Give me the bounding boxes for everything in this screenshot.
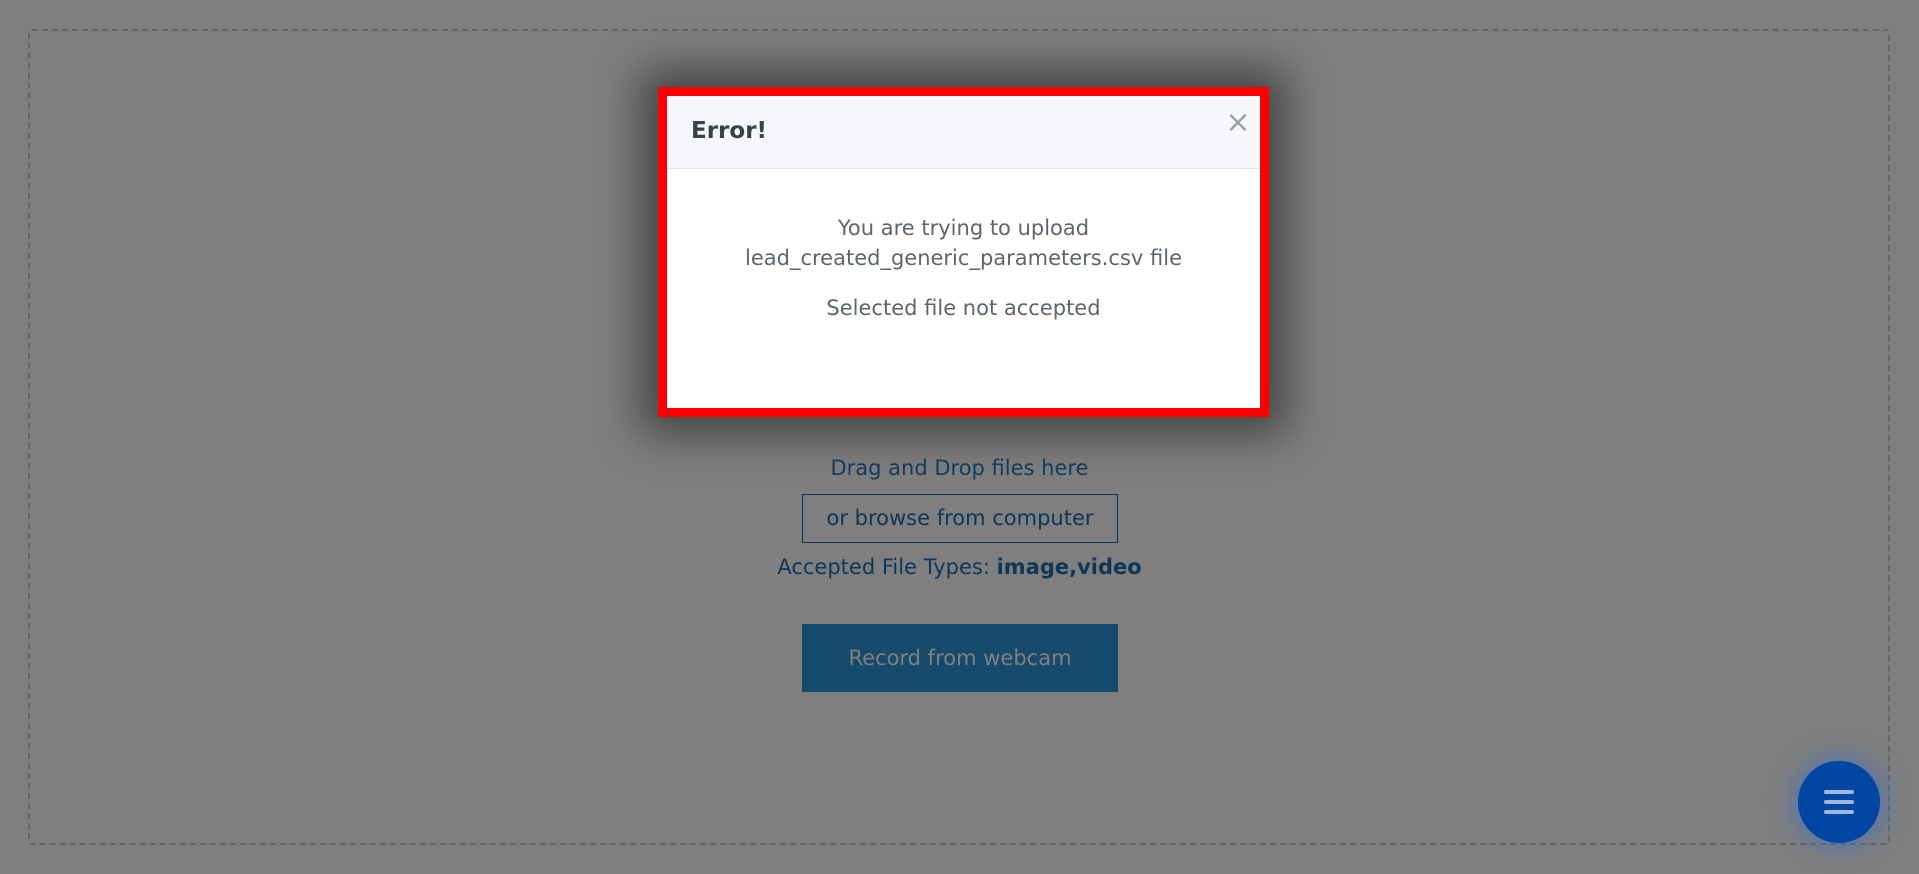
menu-icon xyxy=(1824,790,1854,814)
menu-fab-button[interactable] xyxy=(1798,761,1880,843)
modal-header: Error! × xyxy=(667,96,1260,169)
error-modal: Error! × You are trying to upload lead_c… xyxy=(658,87,1269,417)
upload-message: You are trying to upload lead_created_ge… xyxy=(667,213,1260,273)
modal-title: Error! xyxy=(691,118,768,144)
error-status-message: Selected file not accepted xyxy=(826,296,1101,320)
modal-body: You are trying to upload lead_created_ge… xyxy=(667,169,1260,323)
upload-filename-line: lead_created_generic_parameters.csv file xyxy=(745,246,1182,270)
close-icon[interactable]: × xyxy=(1223,108,1253,138)
upload-message-line: You are trying to upload xyxy=(837,216,1090,240)
